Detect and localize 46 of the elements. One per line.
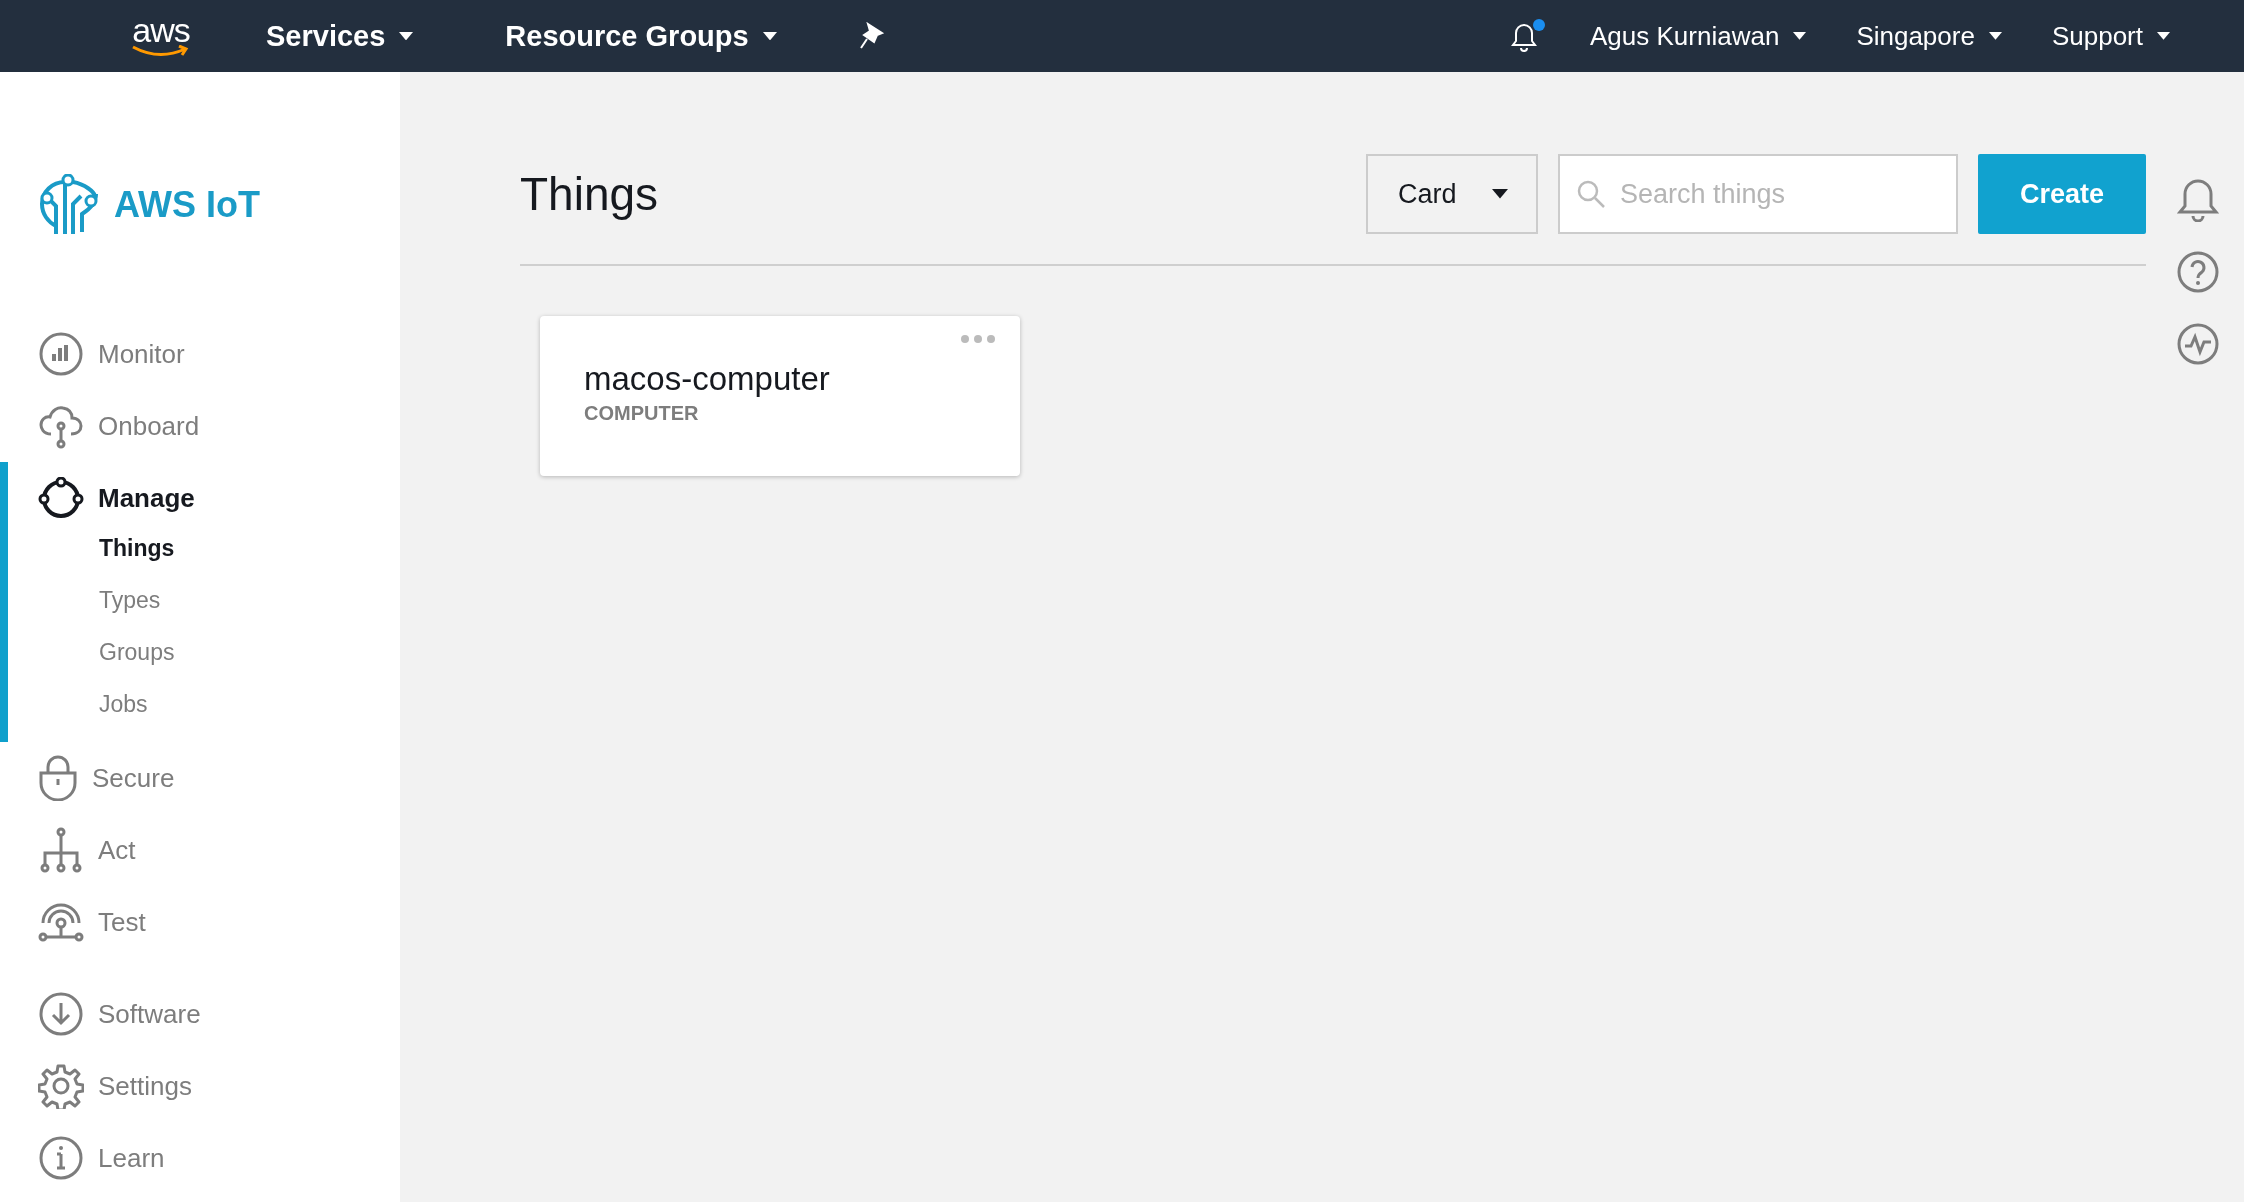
ellipsis-icon <box>960 334 996 344</box>
view-select[interactable]: Card <box>1366 154 1538 234</box>
sidebar-subitem[interactable]: Jobs <box>38 678 148 730</box>
smile-arrow-icon <box>131 45 191 57</box>
sidebar-item[interactable]: Test <box>38 886 400 958</box>
sidebar-item[interactable]: Software <box>38 978 400 1050</box>
sidebar-item[interactable]: Settings <box>38 1050 400 1122</box>
info-icon <box>38 1135 84 1181</box>
sidebar-subitem[interactable]: Groups <box>38 626 175 678</box>
sidebar-item[interactable]: Monitor <box>38 318 400 390</box>
create-button[interactable]: Create <box>1978 154 2146 234</box>
sidebar-item[interactable]: Learn <box>38 1122 400 1194</box>
caret-icon <box>1492 189 1508 199</box>
header-menu-button[interactable]: Agus Kurniawan <box>1590 20 1807 52</box>
hierarchy-icon <box>38 827 84 873</box>
help-icon[interactable] <box>2176 250 2220 294</box>
caret-icon <box>399 31 414 41</box>
caret-icon <box>762 31 777 41</box>
lock-icon <box>38 755 78 801</box>
thing-card[interactable]: macos-computer COMPUTER <box>540 316 1020 476</box>
thing-name: macos-computer <box>584 360 831 398</box>
caret-icon <box>1988 32 2002 40</box>
node-circle-icon <box>38 477 84 519</box>
download-icon <box>38 991 84 1037</box>
caret-icon <box>1793 32 1807 40</box>
nav-menu-button[interactable]: Services <box>266 19 414 53</box>
pin-icon[interactable] <box>858 22 885 50</box>
sidebar-item[interactable]: Act <box>38 814 400 886</box>
logo-text[interactable]: aws <box>132 15 190 45</box>
nav-menu-button[interactable]: Resource Groups <box>505 19 777 53</box>
sidebar-subitem[interactable]: Types <box>38 574 161 626</box>
search-icon <box>1576 179 1606 209</box>
thing-type: COMPUTER <box>584 402 700 425</box>
sidebar-item[interactable]: Secure <box>38 742 400 814</box>
sidebar-item[interactable]: Onboard <box>38 390 400 462</box>
header-menu-button[interactable]: Support <box>2051 20 2170 52</box>
settings-icon <box>38 1063 84 1109</box>
search-field[interactable]: Search things <box>1558 154 1958 234</box>
caret-icon <box>2157 32 2170 40</box>
header-menu-button[interactable]: Singapore <box>1856 20 2002 52</box>
notification-bell-icon[interactable] <box>1510 19 1547 53</box>
brand-title: AWS IoT <box>114 184 260 226</box>
iot-brain-icon <box>38 174 100 236</box>
pulse-icon[interactable] <box>2176 322 2220 366</box>
page-title: Things <box>520 167 660 221</box>
bar-chart-icon <box>38 331 84 377</box>
